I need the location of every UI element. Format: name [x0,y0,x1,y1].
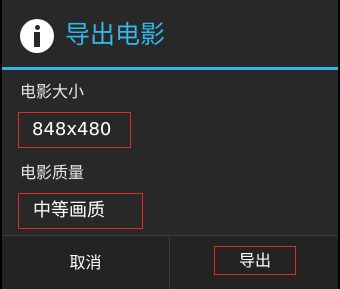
dialog-title: 导出电影 [65,20,166,49]
movie-size-value[interactable]: 848x480 [18,112,131,148]
movie-size-label: 电影大小 [20,82,85,101]
info-icon [20,19,54,53]
dialog-button-bar: 取消 导出 [2,235,338,289]
export-movie-dialog: 导出电影 电影大小 848x480 电影质量 中等画质 取消 导出 [2,0,338,289]
dialog-title-bar: 导出电影 [2,0,338,68]
movie-quality-label: 电影质量 [20,163,85,182]
export-button[interactable]: 导出 [214,246,296,275]
export-button-area[interactable]: 导出 [170,236,337,289]
title-divider [2,67,338,70]
cancel-button[interactable]: 取消 [2,236,169,289]
movie-quality-value[interactable]: 中等画质 [18,193,143,229]
